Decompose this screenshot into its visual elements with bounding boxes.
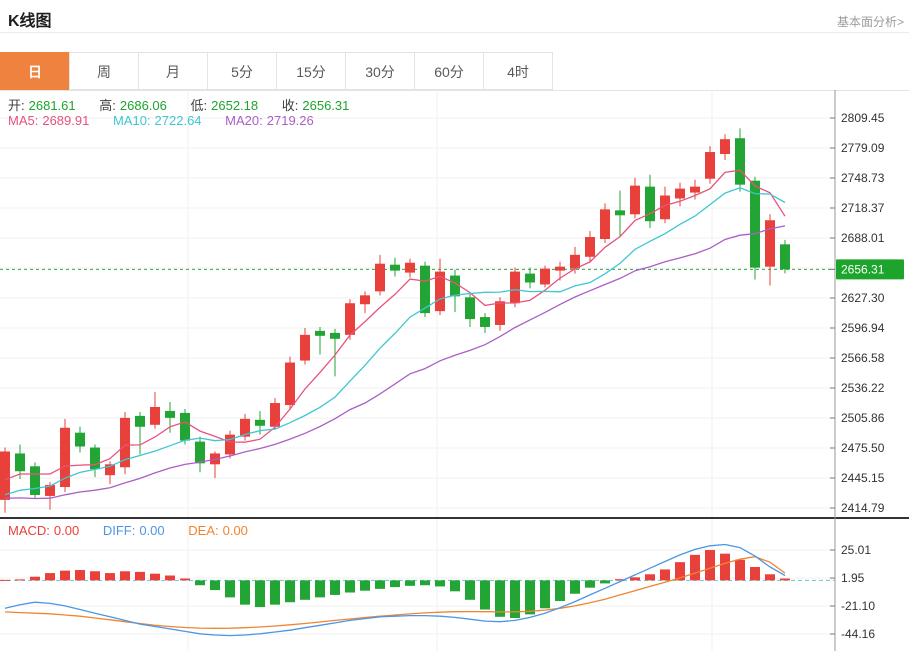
svg-text:2596.94: 2596.94 (841, 321, 885, 335)
kline-page: K线图 基本面分析> 日 周 月 5分 15分 30分 60分 4时 2809.… (0, 0, 909, 651)
macd-value: 0.00 (54, 523, 79, 538)
close-value: 2656.31 (302, 98, 349, 113)
period-tabstrip: 日 周 月 5分 15分 30分 60分 4时 (0, 52, 909, 91)
svg-text:2566.58: 2566.58 (841, 351, 885, 365)
svg-text:2656.31: 2656.31 (841, 262, 885, 276)
svg-text:-21.10: -21.10 (841, 599, 875, 613)
low-label: 低: (191, 98, 208, 113)
ma10-label: MA10: (113, 113, 151, 128)
tab-30min[interactable]: 30分 (345, 52, 415, 90)
ma20-label: MA20: (225, 113, 263, 128)
svg-text:-44.16: -44.16 (841, 627, 875, 641)
svg-text:1.95: 1.95 (841, 571, 865, 585)
svg-text:2779.09: 2779.09 (841, 141, 885, 155)
tab-month[interactable]: 月 (138, 52, 208, 90)
ma20-value: 2719.26 (267, 113, 314, 128)
svg-text:2536.22: 2536.22 (841, 381, 885, 395)
svg-text:2414.79: 2414.79 (841, 501, 885, 515)
close-label: 收: (282, 98, 299, 113)
svg-text:2748.73: 2748.73 (841, 171, 885, 185)
svg-text:2445.15: 2445.15 (841, 471, 885, 485)
diff-label: DIFF: (103, 523, 136, 538)
chart-area: 2809.45 2779.09 2748.73 2718.37 2688.01 2627.… (0, 90, 909, 651)
svg-text:2688.01: 2688.01 (841, 231, 885, 245)
svg-text:2475.50: 2475.50 (841, 441, 885, 455)
svg-text:2627.30: 2627.30 (841, 291, 885, 305)
high-label: 高: (99, 98, 116, 113)
ma-legend: MA5: 2689.91 MA10: 2722.64 MA20: 2719.26 (8, 113, 334, 128)
ohlc-legend: 开: 2681.61 高: 2686.06 低:2652.18 收:2656.31 (8, 95, 369, 114)
diff-value: 0.00 (139, 523, 164, 538)
macd-legend: MACD:0.00 DIFF:0.00 DEA:0.00 (8, 523, 268, 538)
dea-value: 0.00 (223, 523, 248, 538)
svg-text:2809.45: 2809.45 (841, 111, 885, 125)
tab-day[interactable]: 日 (0, 52, 70, 90)
tab-60min[interactable]: 60分 (414, 52, 484, 90)
ma10-value: 2722.64 (155, 113, 202, 128)
tab-5min[interactable]: 5分 (207, 52, 277, 90)
tab-15min[interactable]: 15分 (276, 52, 346, 90)
kline-chart-svg[interactable]: 2809.45 2779.09 2748.73 2718.37 2688.01 2627.… (0, 90, 909, 651)
macd-label: MACD: (8, 523, 50, 538)
fundamental-analysis-link[interactable]: 基本面分析> (837, 13, 904, 30)
ma5-value: 2689.91 (42, 113, 89, 128)
tab-4hour[interactable]: 4时 (483, 52, 553, 90)
open-label: 开: (8, 98, 25, 113)
high-value: 2686.06 (120, 98, 167, 113)
page-title: K线图 (8, 7, 52, 31)
open-value: 2681.61 (29, 98, 76, 113)
svg-text:25.01: 25.01 (841, 543, 871, 557)
ma5-label: MA5: (8, 113, 38, 128)
svg-text:2718.37: 2718.37 (841, 201, 885, 215)
page-header: K线图 基本面分析> (0, 0, 909, 33)
current-price-badge: 2656.31 (836, 259, 904, 279)
low-value: 2652.18 (211, 98, 258, 113)
dea-label: DEA: (188, 523, 218, 538)
tab-week[interactable]: 周 (69, 52, 139, 90)
svg-text:2505.86: 2505.86 (841, 411, 885, 425)
